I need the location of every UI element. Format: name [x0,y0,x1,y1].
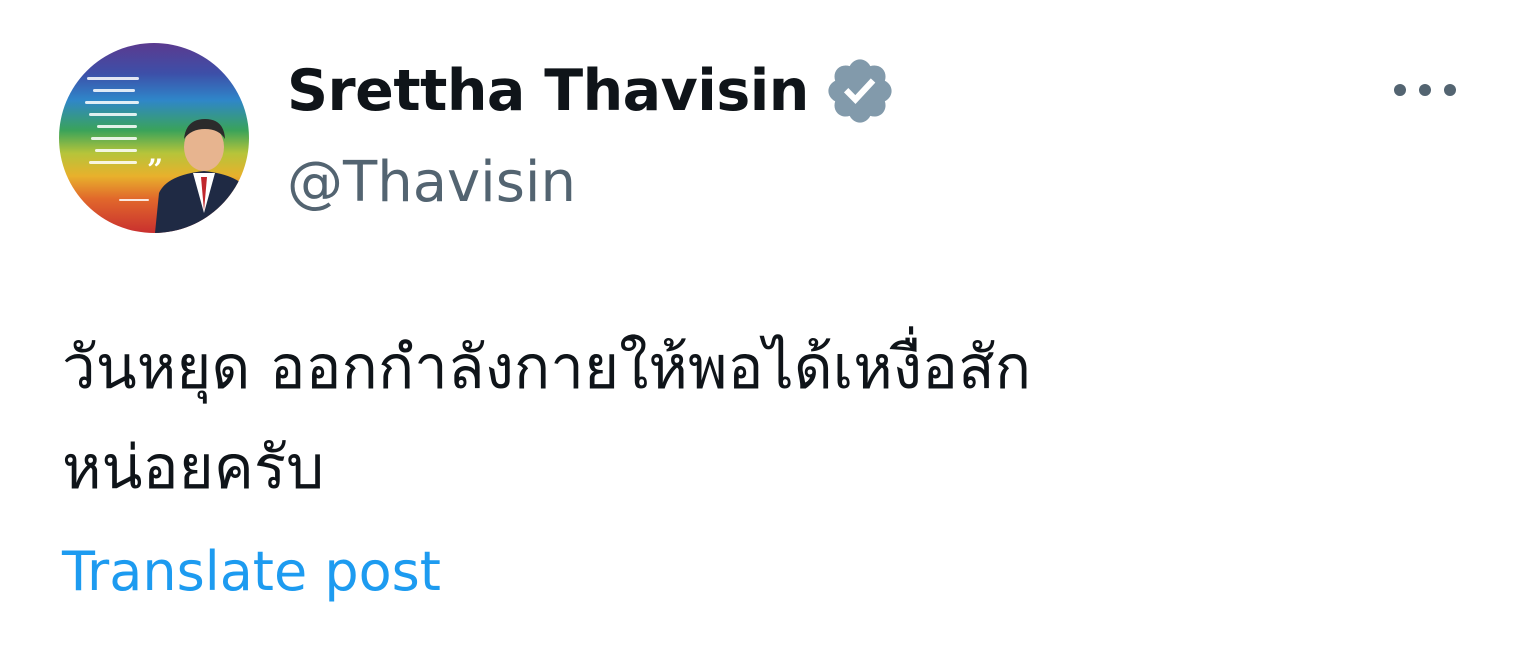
author-handle[interactable]: @Thavisin [287,150,576,215]
post-text-line: วันหยุด ออกกำลังกายให้พอได้เหงื่อสัก [62,333,1032,403]
post-text-line: หน่อยครับ [62,433,325,503]
verified-badge-icon[interactable] [823,54,897,128]
post-card: ” Srettha Thavisin @Thavisin วันหยุด ออก… [0,0,1536,665]
author-display-name[interactable]: Srettha Thavisin [287,58,809,124]
more-horizontal-icon [1394,84,1456,96]
author-name-row: Srettha Thavisin [287,54,897,128]
more-options-button[interactable] [1388,70,1462,110]
post-text: วันหยุด ออกกำลังกายให้พอได้เหงื่อสัก หน่… [62,318,1422,518]
svg-text:”: ” [147,153,163,186]
avatar-photo-icon: ” [85,77,249,233]
author-avatar[interactable]: ” [59,43,249,233]
translate-post-link[interactable]: Translate post [62,540,441,603]
